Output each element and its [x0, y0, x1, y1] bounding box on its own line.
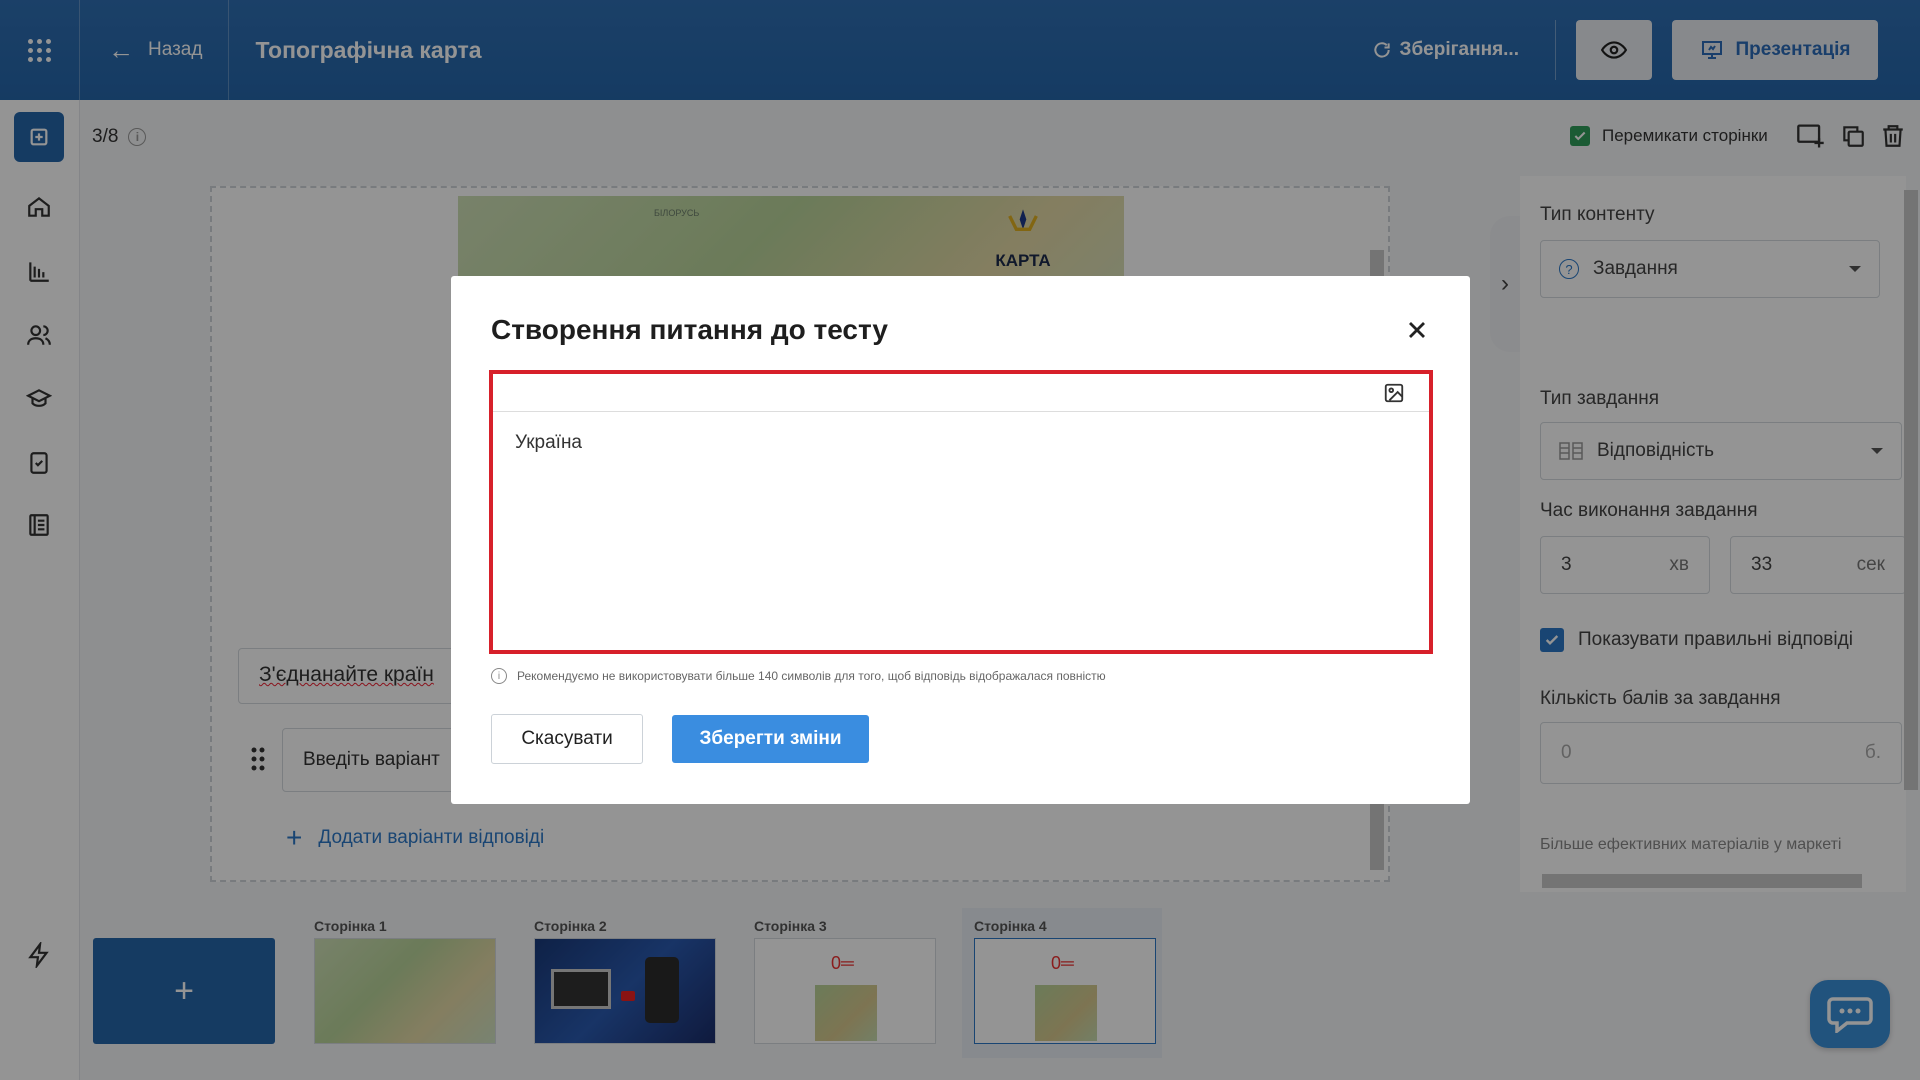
create-question-dialog: Створення питання до тесту Україна i Рек… — [451, 276, 1470, 804]
hint-text: Рекомендуємо не використовувати більше 1… — [517, 669, 1106, 683]
editor-text[interactable]: Україна — [515, 432, 582, 454]
dialog-title: Створення питання до тесту — [491, 314, 888, 345]
insert-image-button[interactable] — [1383, 382, 1405, 409]
close-button[interactable] — [1403, 316, 1431, 344]
info-icon: i — [491, 668, 507, 684]
cancel-button[interactable]: Скасувати — [491, 714, 643, 764]
close-icon — [1409, 322, 1425, 338]
image-icon — [1384, 383, 1404, 403]
save-changes-button[interactable]: Зберегти зміни — [672, 715, 869, 763]
editor-toolbar — [493, 374, 1429, 412]
question-editor[interactable]: Україна — [489, 370, 1433, 654]
character-hint: i Рекомендуємо не використовувати більше… — [491, 668, 1106, 684]
